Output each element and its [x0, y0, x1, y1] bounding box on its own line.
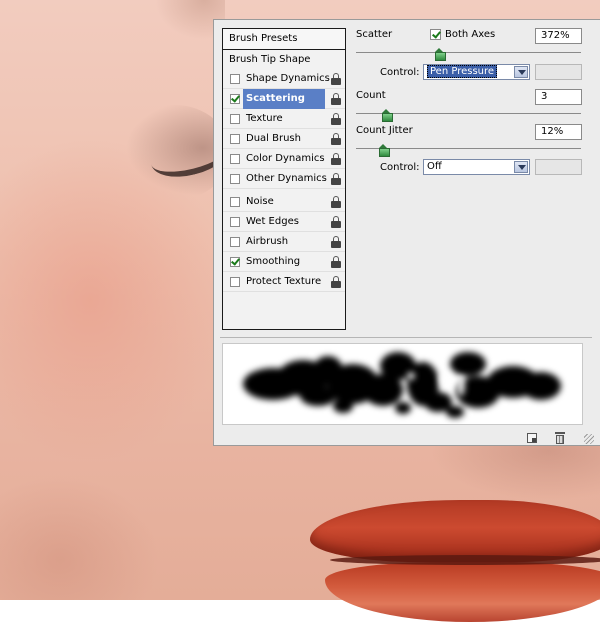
dual-brush-checkbox[interactable]	[230, 134, 240, 144]
lock-icon[interactable]	[331, 173, 341, 185]
option-texture[interactable]: Texture	[223, 109, 345, 129]
wet-edges-checkbox[interactable]	[230, 217, 240, 227]
option-label: Wet Edges	[246, 216, 299, 227]
protect-texture-checkbox[interactable]	[230, 277, 240, 287]
scatter-slider-track[interactable]	[356, 52, 581, 53]
count-jitter-control-value: Off	[427, 161, 442, 172]
both-axes-checkbox[interactable]	[430, 29, 441, 40]
lock-icon[interactable]	[331, 73, 341, 85]
noise-checkbox[interactable]	[230, 197, 240, 207]
brush-tip-shape-label: Brush Tip Shape	[229, 54, 311, 65]
color-dynamics-checkbox[interactable]	[230, 154, 240, 164]
brush-stroke-preview	[222, 343, 583, 425]
lock-icon[interactable]	[331, 196, 341, 208]
other-dynamics-checkbox[interactable]	[230, 174, 240, 184]
count-slider-thumb[interactable]	[382, 109, 393, 122]
scatter-control-label: Control:	[380, 67, 420, 78]
lock-icon[interactable]	[331, 93, 341, 105]
trash-icon[interactable]	[555, 432, 565, 444]
scatter-value-field[interactable]: 372%	[535, 28, 582, 44]
option-shape-dynamics[interactable]: Shape Dynamics	[223, 69, 345, 89]
option-label: Scattering	[243, 89, 325, 109]
option-dual-brush[interactable]: Dual Brush	[223, 129, 345, 149]
lip-line	[330, 555, 600, 565]
option-scattering[interactable]: Scattering	[223, 89, 345, 109]
count-jitter-label: Count Jitter	[356, 125, 413, 136]
count-jitter-control-extra-field	[535, 159, 582, 175]
option-label: Noise	[246, 196, 274, 207]
option-label: Texture	[246, 113, 283, 124]
option-label: Smoothing	[246, 256, 301, 267]
panel-bottom-bar	[214, 430, 600, 446]
option-noise[interactable]: Noise	[223, 192, 345, 212]
lock-icon[interactable]	[331, 113, 341, 125]
lock-icon[interactable]	[331, 276, 341, 288]
count-label: Count	[356, 90, 386, 101]
stroke-preview-graphic	[243, 352, 561, 418]
lock-icon[interactable]	[331, 133, 341, 145]
count-jitter-control-select[interactable]: Off	[423, 159, 530, 175]
option-label: Dual Brush	[246, 133, 301, 144]
brush-tip-shape-item[interactable]: Brush Tip Shape	[223, 50, 345, 69]
lock-icon[interactable]	[331, 236, 341, 248]
lock-icon[interactable]	[331, 153, 341, 165]
option-other-dynamics[interactable]: Other Dynamics	[223, 169, 345, 189]
scatter-slider-thumb[interactable]	[435, 48, 446, 61]
lock-icon[interactable]	[331, 216, 341, 228]
option-label: Protect Texture	[246, 276, 322, 287]
chevron-down-icon[interactable]	[514, 66, 528, 78]
count-jitter-slider-thumb[interactable]	[379, 144, 390, 157]
texture-checkbox[interactable]	[230, 114, 240, 124]
scatter-control-extra-field	[535, 64, 582, 80]
brush-options-list: Brush Presets Brush Tip Shape Shape Dyna…	[222, 28, 346, 330]
panel-divider	[220, 337, 592, 338]
airbrush-checkbox[interactable]	[230, 237, 240, 247]
option-label: Other Dynamics	[246, 173, 327, 184]
upper-lip	[310, 500, 600, 562]
option-smoothing[interactable]: Smoothing	[223, 252, 345, 272]
option-label: Airbrush	[246, 236, 289, 247]
lower-lip	[325, 562, 600, 622]
new-preset-icon[interactable]	[527, 433, 537, 443]
scattering-settings: Scatter Both Axes 372% Control: Pen Pres…	[355, 20, 585, 330]
count-value-field[interactable]: 3	[535, 89, 582, 105]
option-wet-edges[interactable]: Wet Edges	[223, 212, 345, 232]
option-label: Shape Dynamics	[246, 73, 330, 84]
option-protect-texture[interactable]: Protect Texture	[223, 272, 345, 292]
scatter-control-select[interactable]: Pen Pressure	[423, 64, 530, 80]
chevron-down-icon[interactable]	[514, 161, 528, 173]
both-axes-label: Both Axes	[445, 29, 496, 40]
scatter-control-value: Pen Pressure	[427, 65, 498, 78]
lock-icon[interactable]	[331, 256, 341, 268]
brush-presets-label: Brush Presets	[229, 33, 298, 44]
option-label: Color Dynamics	[246, 153, 325, 164]
scattering-checkbox[interactable]	[230, 94, 240, 104]
count-jitter-value-field[interactable]: 12%	[535, 124, 582, 140]
option-airbrush[interactable]: Airbrush	[223, 232, 345, 252]
brushes-panel: Brush Presets Brush Tip Shape Shape Dyna…	[213, 19, 600, 446]
resize-grip-icon[interactable]	[584, 434, 594, 444]
smoothing-checkbox[interactable]	[230, 257, 240, 267]
count-jitter-control-label: Control:	[380, 162, 420, 173]
scatter-label: Scatter	[356, 29, 393, 40]
brush-presets-item[interactable]: Brush Presets	[223, 29, 345, 50]
option-color-dynamics[interactable]: Color Dynamics	[223, 149, 345, 169]
shape-dynamics-checkbox[interactable]	[230, 74, 240, 84]
